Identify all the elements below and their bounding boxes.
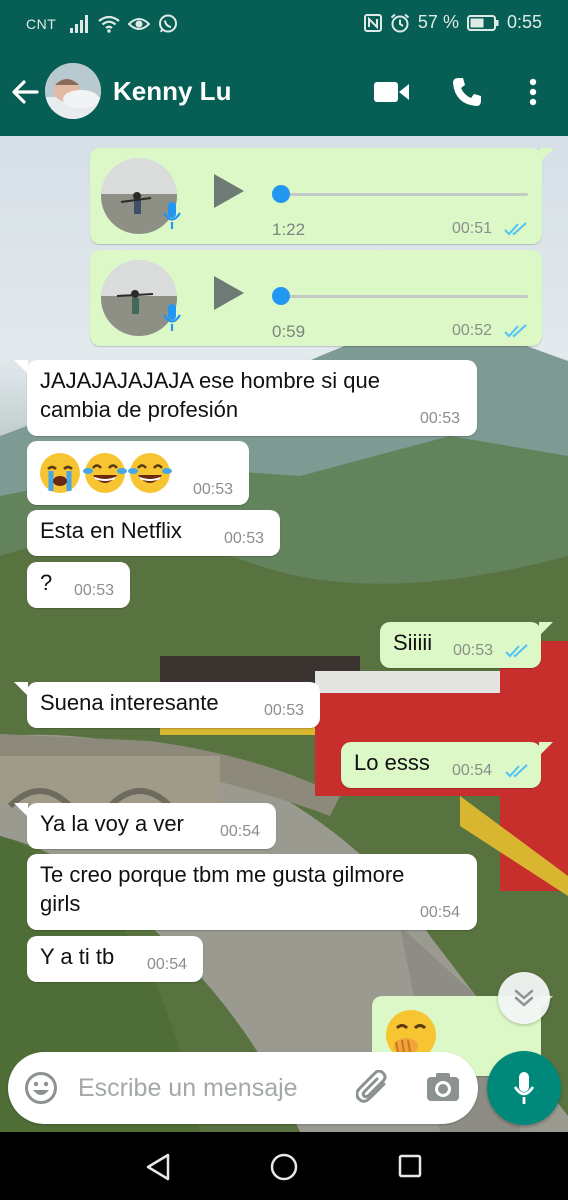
voice-progress-track[interactable] — [280, 295, 528, 298]
avatar[interactable] — [45, 63, 101, 119]
mic-icon — [163, 304, 181, 331]
camera-icon[interactable] — [426, 1072, 460, 1102]
read-ticks-icon — [504, 222, 527, 236]
outgoing-message[interactable]: Lo esss 00:54 — [341, 742, 541, 788]
outgoing-message[interactable]: Siiiii 00:53 — [380, 622, 541, 668]
chat-area[interactable]: 1:22 00:51 0:59 00:52 JAJAJAJAJAJA ese h… — [0, 136, 568, 1132]
message-text-line: JAJAJAJAJAJA ese hombre si que — [40, 368, 380, 393]
voice-progress-knob[interactable] — [272, 287, 290, 305]
message-text: ? — [40, 570, 53, 595]
contact-name[interactable]: Kenny Lu — [113, 76, 231, 107]
video-call-icon[interactable] — [374, 80, 410, 104]
system-nav-bar — [0, 1132, 568, 1200]
message-input-bar[interactable]: Escribe un mensaje — [8, 1052, 478, 1124]
bubble-tail — [540, 148, 554, 162]
home-circle-icon[interactable] — [270, 1153, 298, 1181]
eye-icon — [128, 18, 151, 30]
recents-square-icon[interactable] — [398, 1154, 422, 1178]
phone-call-icon[interactable] — [451, 76, 483, 108]
message-text: Ya la voy a ver — [40, 811, 184, 836]
incoming-message[interactable]: Suena interesante 00:53 — [27, 682, 320, 728]
battery-percent: 57 % — [417, 12, 459, 32]
message-time: 00:54 — [452, 762, 493, 779]
voice-message[interactable]: 1:22 00:51 — [90, 148, 542, 244]
avatar-photo — [45, 63, 101, 119]
bubble-tail — [539, 742, 553, 756]
message-time: 00:53 — [264, 702, 305, 719]
incoming-message[interactable]: Y a ti tb 00:54 — [27, 936, 203, 982]
scroll-to-bottom-button[interactable] — [498, 972, 550, 1024]
bubble-tail — [14, 360, 28, 374]
back-triangle-icon[interactable] — [145, 1153, 171, 1181]
message-text-line: girls — [40, 891, 81, 916]
message-time: 00:53 — [74, 582, 115, 599]
bubble-tail — [539, 622, 553, 636]
message-text: Suena interesante — [40, 690, 219, 715]
mic-icon — [513, 1072, 535, 1104]
voice-progress-knob[interactable] — [272, 185, 290, 203]
read-ticks-icon — [505, 644, 528, 658]
incoming-message[interactable]: 00:53 — [27, 441, 249, 505]
chat-header: Kenny Lu — [0, 48, 568, 136]
message-time: 00:53 — [193, 481, 234, 498]
play-icon[interactable] — [214, 276, 244, 310]
message-input[interactable]: Escribe un mensaje — [78, 1074, 298, 1103]
nfc-icon — [363, 13, 382, 32]
signal-icon — [70, 15, 89, 33]
send-voice-button[interactable] — [487, 1051, 561, 1125]
message-time: 00:53 — [453, 642, 494, 659]
read-ticks-icon — [505, 764, 528, 778]
message-time: 00:54 — [147, 956, 188, 973]
whatsapp-icon — [159, 14, 178, 33]
message-text-line: cambia de profesión — [40, 397, 239, 422]
loudly-crying-face-icon — [40, 453, 80, 493]
read-ticks-icon — [504, 324, 527, 338]
bubble-tail — [14, 803, 28, 817]
clock: 0:55 — [506, 12, 542, 32]
face-with-tears-of-joy-icon — [128, 453, 172, 493]
status-bar: CNT 57 % 0:55 — [0, 0, 568, 48]
face-with-tears-of-joy-icon — [83, 453, 127, 493]
incoming-message[interactable]: Te creo porque tbm me gusta gilmore girl… — [27, 854, 477, 930]
message-time: 00:54 — [220, 823, 261, 840]
mic-icon — [163, 202, 181, 229]
attach-icon[interactable] — [356, 1070, 390, 1106]
message-time: 00:52 — [452, 322, 493, 339]
incoming-message[interactable]: JAJAJAJAJAJA ese hombre si que cambia de… — [27, 360, 477, 436]
voice-duration: 0:59 — [272, 322, 306, 341]
more-options-icon[interactable] — [528, 78, 538, 106]
bubble-tail — [14, 682, 28, 696]
emoji-icon[interactable] — [24, 1071, 58, 1105]
message-text-line: Te creo porque tbm me gusta gilmore — [40, 862, 405, 887]
incoming-message[interactable]: Esta en Netflix 00:53 — [27, 510, 280, 556]
voice-progress-track[interactable] — [280, 193, 528, 196]
wifi-icon — [98, 15, 120, 33]
message-time: 00:51 — [452, 220, 493, 237]
voice-message[interactable]: 0:59 00:52 — [90, 250, 542, 346]
message-time: 00:54 — [420, 904, 461, 921]
message-text: Lo esss — [354, 750, 430, 775]
message-text: Esta en Netflix — [40, 518, 182, 543]
double-chevron-down-icon — [514, 989, 534, 1007]
voice-duration: 1:22 — [272, 220, 306, 239]
message-time: 00:53 — [420, 410, 461, 427]
alarm-icon — [390, 13, 410, 32]
message-text: Siiiii — [393, 630, 433, 655]
incoming-message[interactable]: Ya la voy a ver 00:54 — [27, 803, 276, 849]
play-icon[interactable] — [214, 174, 244, 208]
battery-icon — [466, 14, 499, 31]
incoming-message[interactable]: ? 00:53 — [27, 562, 130, 608]
back-arrow-icon[interactable] — [10, 77, 40, 107]
message-time: 00:53 — [224, 530, 265, 547]
message-text: Y a ti tb — [40, 944, 115, 969]
carrier-label: CNT — [26, 16, 57, 32]
